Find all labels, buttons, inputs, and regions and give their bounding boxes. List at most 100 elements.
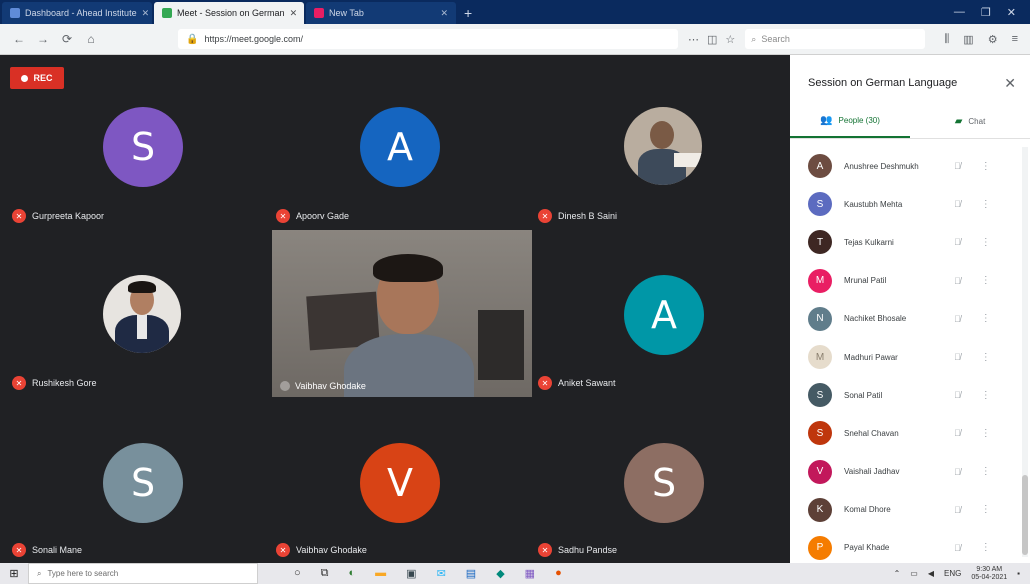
more-options-icon[interactable]: ⋮ (981, 542, 991, 553)
participant-nametag: ✕ Rushikesh Gore (12, 376, 97, 390)
mic-off-icon: ✕ (276, 209, 290, 223)
list-item[interactable]: S Kaustubh Mehta 🎙̸ ⋮ (790, 185, 1022, 223)
people-scrollbar-thumb[interactable] (1022, 475, 1028, 555)
close-tab-icon[interactable]: ✕ (440, 8, 448, 19)
more-options-icon[interactable]: ⋮ (981, 428, 991, 439)
lock-icon: 🔒 (186, 33, 199, 45)
taskbar-search-input[interactable]: ⌕ Type here to search (28, 563, 258, 584)
favicon-icon (10, 8, 20, 18)
participant-avatar: A (624, 275, 704, 355)
participant-name: Sonali Mane (32, 545, 83, 555)
language-icon[interactable]: ENG (944, 569, 961, 578)
more-options-icon[interactable]: ⋮ (981, 466, 991, 477)
more-options-icon[interactable]: ⋮ (981, 161, 991, 172)
list-item[interactable]: M Mrunal Patil 🎙̸ ⋮ (790, 262, 1022, 300)
more-options-icon[interactable]: ⋮ (981, 237, 991, 248)
participant-nametag: ✕ Gurpreeta Kapoor (12, 209, 104, 223)
minimize-button[interactable]: — (954, 6, 965, 19)
person-name: Sonal Patil (844, 390, 883, 400)
browser-tab-new[interactable]: New Tab ✕ (306, 2, 456, 24)
more-options-icon[interactable]: ⋮ (981, 390, 991, 401)
task-view-icon[interactable]: ○ (294, 567, 301, 580)
more-options-icon[interactable]: ⋮ (981, 199, 991, 210)
edge-browser-icon[interactable]: ◐ (349, 567, 356, 580)
chevron-up-icon[interactable]: ⌃ (894, 569, 901, 578)
presenter-video[interactable]: Vaibhav Ghodake (272, 230, 532, 397)
browser-search-input[interactable]: ⌕ Search (745, 29, 926, 49)
menu-icon[interactable]: ≡ (1012, 33, 1018, 46)
window-controls: — ❐ ✕ (940, 6, 1030, 24)
list-item[interactable]: T Tejas Kulkarni 🎙̸ ⋮ (790, 223, 1022, 261)
list-item[interactable]: P Payal Khade 🎙̸ ⋮ (790, 529, 1022, 563)
browser-tab-dashboard[interactable]: Dashboard - Ahead Institute ✕ (2, 2, 152, 24)
new-tab-button[interactable]: + (456, 5, 480, 24)
more-options-icon[interactable]: ⋮ (981, 313, 991, 324)
participant-nametag: ✕ Sadhu Pandse (538, 543, 617, 557)
forward-arrow-icon[interactable]: → (36, 32, 50, 46)
os-taskbar: ⊞ ⌕ Type here to search ○ ⧉ ◐ ▬ ▣ ✉ ▤ ◆ … (0, 563, 1030, 584)
presenter-nametag: Vaibhav Ghodake (280, 381, 366, 391)
clock[interactable]: 9:30 AM 05-04-2021 (971, 566, 1007, 582)
avatar: S (808, 421, 832, 446)
mic-off-icon: 🎙̸ (954, 390, 961, 401)
more-options-icon[interactable]: ⋮ (981, 504, 991, 515)
more-options-icon[interactable]: ⋮ (981, 275, 991, 286)
person-name: Snehal Chavan (844, 428, 899, 438)
network-icon[interactable]: ▭ (910, 569, 918, 578)
sidebar-icon[interactable]: ▥ (963, 33, 973, 46)
search-icon: ⌕ (37, 568, 42, 578)
store-icon[interactable]: ▣ (406, 567, 416, 580)
list-item[interactable]: A Anushree Deshmukh 🎙̸ ⋮ (790, 147, 1022, 185)
multitask-icon[interactable]: ⧉ (321, 567, 329, 580)
close-window-button[interactable]: ✕ (1007, 6, 1016, 19)
browser-navbar: ← → ⟳ ⌂ 🔒 https://meet.google.com/ ⋯ ◫ ☆… (0, 24, 1030, 55)
app-icon[interactable]: ▦ (525, 567, 535, 580)
avatar: V (808, 459, 832, 484)
person-name: Payal Khade (844, 543, 890, 553)
bookmark-star-icon[interactable]: ☆ (725, 33, 735, 46)
extensions-icon[interactable]: ⚙ (988, 33, 998, 46)
more-options-icon[interactable]: ⋮ (981, 352, 991, 363)
list-item[interactable]: M Madhuri Pawar 🎙̸ ⋮ (790, 338, 1022, 376)
close-tab-icon[interactable]: ✕ (142, 8, 150, 19)
notifications-icon[interactable]: ▪ (1017, 569, 1020, 578)
back-arrow-icon[interactable]: ← (12, 32, 26, 46)
close-panel-icon[interactable]: ✕ (1004, 75, 1016, 92)
list-item[interactable]: V Vaishali Jadhav 🎙̸ ⋮ (790, 453, 1022, 491)
person-name: Anushree Deshmukh (844, 161, 919, 171)
list-item[interactable]: N Nachiket Bhosale 🎙̸ ⋮ (790, 300, 1022, 338)
mail-icon[interactable]: ✉ (437, 567, 446, 580)
avatar: S (808, 192, 832, 217)
volume-icon[interactable]: ◀ (928, 569, 934, 578)
clock-time: 9:30 AM (976, 565, 1003, 573)
tab-chat-label: Chat (968, 117, 986, 126)
mic-off-icon: 🎙̸ (954, 199, 961, 210)
browser-tab-meet[interactable]: Meet - Session on German ✕ (154, 2, 304, 24)
windows-start-icon[interactable]: ⊞ (0, 567, 28, 580)
reload-icon[interactable]: ⟳ (60, 32, 74, 46)
library-icon[interactable]: ⫼ (944, 33, 949, 46)
meet-favicon-icon (162, 8, 172, 18)
list-item[interactable]: S Sonal Patil 🎙̸ ⋮ (790, 376, 1022, 414)
file-explorer-icon[interactable]: ▬ (375, 567, 386, 580)
word-icon[interactable]: ▤ (466, 567, 476, 580)
close-tab-icon[interactable]: ✕ (290, 8, 298, 19)
avatar: A (808, 154, 832, 179)
app-icon[interactable]: ◆ (496, 567, 504, 580)
firefox-icon[interactable]: ● (555, 567, 562, 580)
tab-chat[interactable]: ▰ Chat (910, 105, 1030, 138)
list-item[interactable]: K Komal Dhore 🎙̸ ⋮ (790, 491, 1022, 529)
panel-tabs: 👥 People (30) ▰ Chat (790, 105, 1030, 139)
pocket-icon[interactable]: ◫ (707, 33, 717, 46)
tab-people[interactable]: 👥 People (30) (790, 105, 910, 138)
page-actions-menu-icon[interactable]: ⋯ (688, 33, 699, 46)
home-icon[interactable]: ⌂ (84, 32, 98, 46)
search-icon: ⌕ (751, 33, 757, 44)
people-panel: Session on German Language ✕ 👥 People (3… (790, 55, 1030, 563)
address-bar[interactable]: 🔒 https://meet.google.com/ (178, 29, 678, 49)
maximize-button[interactable]: ❐ (981, 6, 991, 19)
mic-off-icon: 🎙̸ (954, 352, 961, 363)
participant-name: Gurpreeta Kapoor (32, 211, 105, 221)
list-item[interactable]: S Snehal Chavan 🎙̸ ⋮ (790, 414, 1022, 452)
participant-avatar: V (360, 443, 440, 523)
